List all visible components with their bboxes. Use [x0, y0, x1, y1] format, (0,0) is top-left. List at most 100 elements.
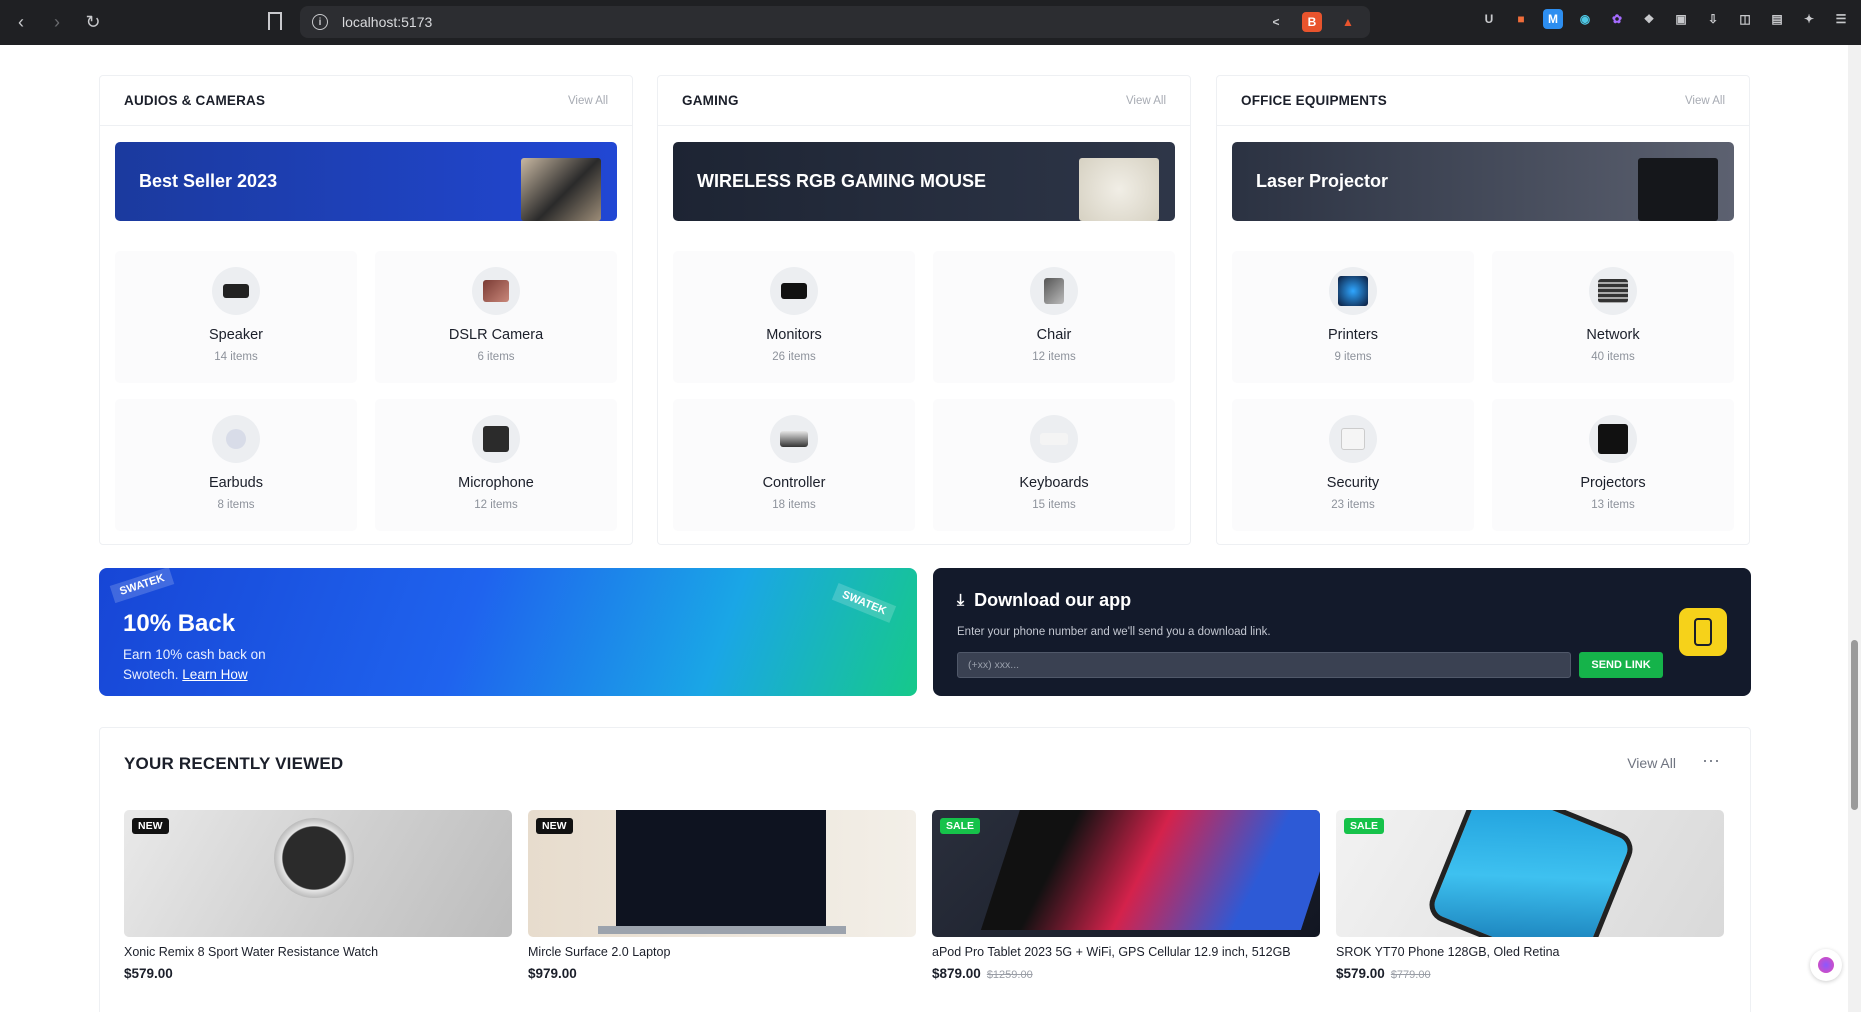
scrollbar-thumb[interactable] [1851, 640, 1858, 810]
category-title: OFFICE EQUIPMENTS [1241, 93, 1387, 108]
speaker-icon [212, 267, 260, 315]
product-card[interactable]: NEW Mircle Surface 2.0 Laptop $979.00 [528, 810, 916, 981]
tile-name: Security [1326, 475, 1380, 491]
view-all-link[interactable]: View All [1126, 95, 1166, 107]
tile-count: 12 items [474, 499, 518, 511]
product-price: $879.00 [932, 966, 981, 981]
extension-circle-icon[interactable]: ◉ [1575, 9, 1595, 29]
more-options-icon[interactable]: ··· [1702, 750, 1720, 771]
extension-purple-icon[interactable]: ✿ [1607, 9, 1627, 29]
learn-how-link[interactable]: Learn How [182, 667, 247, 682]
promo-tag: SWATEK [109, 568, 175, 604]
brave-shield-icon[interactable]: B [1302, 12, 1322, 32]
tab-icon[interactable]: ▣ [1671, 9, 1691, 29]
promo-title: 10% Back [123, 610, 236, 637]
recently-viewed-section: YOUR RECENTLY VIEWED View All ··· NEW Xo… [99, 727, 1751, 1012]
product-old-price: $1259.00 [986, 969, 1033, 981]
browser-toolbar: ‹ › ↻ i localhost:5173 < B ▲ U ■ M ◉ ✿ ❖… [0, 0, 1861, 45]
sidebar-icon[interactable]: ◫ [1735, 9, 1755, 29]
page-scrollbar[interactable] [1848, 45, 1861, 1012]
category-banner[interactable]: Laser Projector [1232, 142, 1734, 221]
rewards-icon[interactable]: ▲ [1338, 12, 1358, 32]
tile-count: 18 items [772, 499, 816, 511]
site-info-icon[interactable]: i [312, 14, 328, 30]
send-link-button[interactable]: SEND LINK [1579, 652, 1663, 678]
keyboard-icon [1030, 415, 1078, 463]
forward-icon[interactable]: › [42, 8, 72, 38]
recently-viewed-title: YOUR RECENTLY VIEWED [124, 754, 344, 773]
extension-m-icon[interactable]: M [1543, 9, 1563, 29]
wallet-icon[interactable]: ▤ [1767, 9, 1787, 29]
product-card[interactable]: NEW Xonic Remix 8 Sport Water Resistance… [124, 810, 512, 981]
promo-subtitle: Earn 10% cash back on Swotech. Learn How [123, 645, 266, 685]
tile-name: Printers [1328, 327, 1378, 343]
recent-view-all-link[interactable]: View All [1627, 755, 1676, 771]
tile-name: Monitors [766, 327, 822, 343]
extension-orange-icon[interactable]: ■ [1511, 9, 1531, 29]
monitor-icon [770, 267, 818, 315]
category-title: AUDIOS & CAMERAS [124, 93, 266, 108]
product-card[interactable]: SALE SROK YT70 Phone 128GB, Oled Retina … [1336, 810, 1724, 981]
category-tile-speaker[interactable]: Speaker 14 items [115, 251, 357, 383]
product-image-phone: SALE [1336, 810, 1724, 937]
tile-name: Chair [1036, 327, 1072, 343]
category-tile-printers[interactable]: Printers 9 items [1232, 251, 1474, 383]
category-banner[interactable]: WIRELESS RGB GAMING MOUSE [673, 142, 1175, 221]
category-tile-earbuds[interactable]: Earbuds 8 items [115, 399, 357, 531]
product-card[interactable]: SALE aPod Pro Tablet 2023 5G + WiFi, GPS… [932, 810, 1320, 981]
tile-name: Earbuds [208, 475, 263, 491]
tile-name: Speaker [208, 327, 263, 343]
product-name: Xonic Remix 8 Sport Water Resistance Wat… [124, 945, 379, 959]
category-tile-monitors[interactable]: Monitors 26 items [673, 251, 915, 383]
product-old-price: $779.00 [1390, 969, 1431, 981]
extension-u-icon[interactable]: U [1479, 9, 1499, 29]
download-icon: ⤓ [957, 591, 965, 609]
category-tile-security[interactable]: Security 23 items [1232, 399, 1474, 531]
product-name: SROK YT70 Phone 128GB, Oled Retina [1336, 945, 1560, 959]
chair-icon [1030, 267, 1078, 315]
banner-title: Best Seller 2023 [139, 171, 278, 191]
banner-title: WIRELESS RGB GAMING MOUSE [697, 171, 987, 191]
category-banner[interactable]: Best Seller 2023 [115, 142, 617, 221]
tile-name: Microphone [458, 475, 534, 491]
security-icon [1329, 415, 1377, 463]
category-tile-dslr-camera[interactable]: DSLR Camera 6 items [375, 251, 617, 383]
product-image-tablet: SALE [932, 810, 1320, 937]
category-tile-network[interactable]: Network 40 items [1492, 251, 1734, 383]
category-tile-keyboards[interactable]: Keyboards 15 items [933, 399, 1175, 531]
view-all-link[interactable]: View All [568, 95, 608, 107]
printer-icon [1329, 267, 1377, 315]
download-icon[interactable]: ⇩ [1703, 9, 1723, 29]
category-panel-audio: AUDIOS & CAMERAS View All Best Seller 20… [99, 75, 633, 545]
camera-icon [472, 267, 520, 315]
projector-icon [1589, 415, 1637, 463]
leo-icon[interactable]: ✦ [1799, 9, 1819, 29]
product-price: $579.00 [1336, 966, 1385, 981]
view-all-link[interactable]: View All [1685, 95, 1725, 107]
reload-icon[interactable]: ↻ [78, 8, 108, 38]
cashback-promo-banner: SWATEK SWATEK 10% Back Earn 10% cash bac… [99, 568, 917, 696]
banner-title: Laser Projector [1256, 171, 1389, 191]
assistant-icon [1818, 957, 1834, 973]
tile-name: Controller [762, 475, 826, 491]
tile-count: 12 items [1032, 351, 1076, 363]
category-tile-chair[interactable]: Chair 12 items [933, 251, 1175, 383]
category-tile-controller[interactable]: Controller 18 items [673, 399, 915, 531]
phone-number-input[interactable]: (+xx) xxx... [957, 652, 1571, 678]
product-name: Mircle Surface 2.0 Laptop [528, 945, 671, 959]
address-bar[interactable]: i localhost:5173 < B ▲ [300, 6, 1370, 38]
back-icon[interactable]: ‹ [6, 8, 36, 38]
category-tile-projectors[interactable]: Projectors 13 items [1492, 399, 1734, 531]
puzzle-icon[interactable]: ❖ [1639, 9, 1659, 29]
category-tile-microphone[interactable]: Microphone 12 items [375, 399, 617, 531]
share-icon[interactable]: < [1266, 12, 1286, 32]
assistant-button[interactable] [1810, 949, 1842, 981]
product-image-watch: NEW [124, 810, 512, 937]
menu-icon[interactable]: ☰ [1831, 9, 1851, 29]
speaker-banner-image [521, 158, 601, 221]
download-app-description: Enter your phone number and we'll send y… [957, 626, 1271, 638]
promo-tag-right: SWATEK [831, 582, 897, 624]
tile-count: 26 items [772, 351, 816, 363]
tile-count: 9 items [1334, 351, 1372, 363]
bookmark-icon[interactable] [268, 12, 282, 30]
